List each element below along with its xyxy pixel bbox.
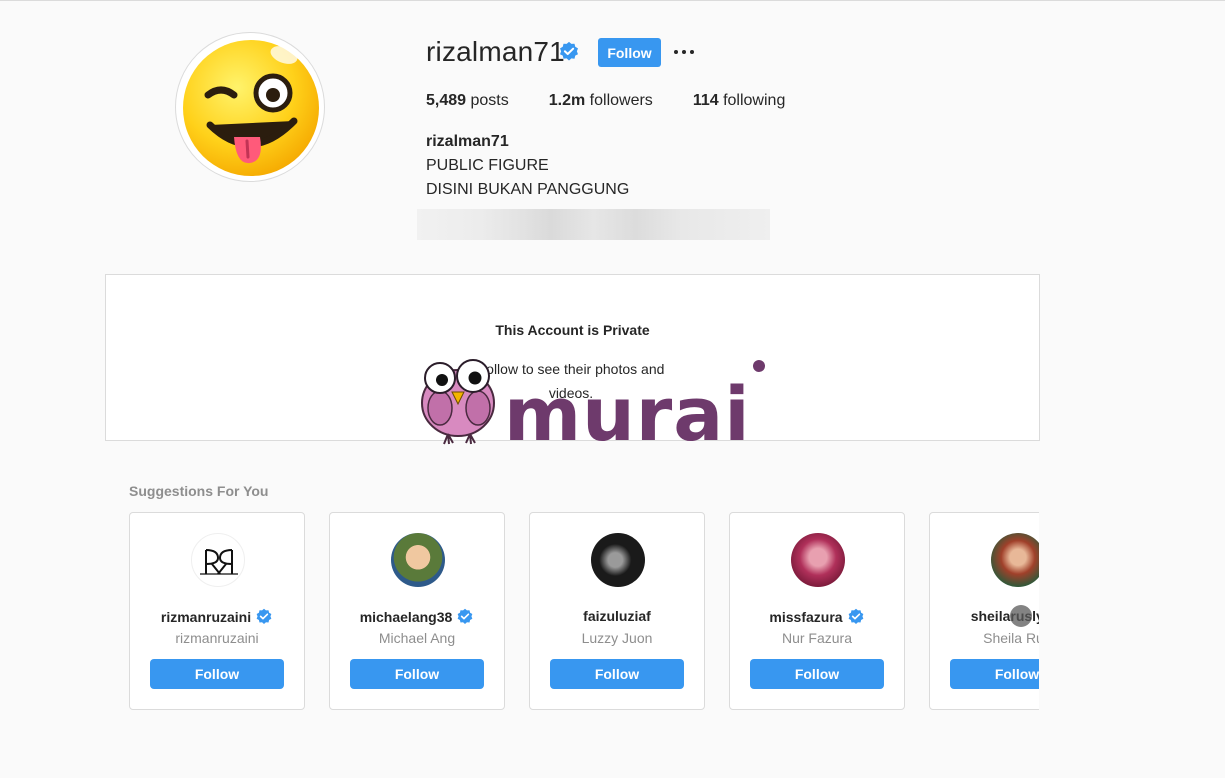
posts-stat: 5,489 posts: [426, 92, 509, 109]
murai-watermark: murai: [418, 356, 768, 458]
suggestion-fullname: Nur Fazura: [781, 630, 853, 646]
suggestion-fullname: Michael Ang: [378, 630, 456, 646]
verified-badge-icon: [560, 41, 578, 61]
dismiss-suggestion-icon[interactable]: [1010, 605, 1032, 627]
avatar[interactable]: [391, 533, 445, 587]
profile-stats: 5,489 posts 1.2m followers 114 following: [426, 92, 825, 110]
more-horizontal-icon[interactable]: [674, 46, 698, 58]
follow-button[interactable]: Follow: [350, 659, 484, 689]
avatar[interactable]: [591, 533, 645, 587]
bio-text: DISINI BUKAN PANGGUNG: [426, 181, 630, 198]
bio-category: PUBLIC FIGURE: [426, 157, 549, 174]
suggestion-fullname: rizmanruzaini: [175, 630, 259, 646]
suggestion-username[interactable]: michaelang38: [330, 608, 504, 626]
verified-badge-icon: [848, 608, 863, 624]
murai-bird-logo-icon: murai: [421, 359, 765, 458]
followers-stat[interactable]: 1.2m followers: [549, 92, 653, 110]
avatar[interactable]: [191, 533, 245, 587]
suggestion-username[interactable]: faizuluziaf: [530, 608, 704, 624]
follow-button[interactable]: Follow: [550, 659, 684, 689]
suggestion-card: sheilarusly_is Sheila Rus Follow: [929, 512, 1039, 710]
suggestion-card: faizuluziaf Luzzy Juon Follow: [529, 512, 705, 710]
rr-monogram-logo-icon: [200, 549, 238, 575]
svg-text:murai: murai: [504, 372, 751, 448]
verified-badge-icon: [256, 608, 272, 624]
suggestion-fullname: Luzzy Juon: [581, 630, 653, 646]
follow-button[interactable]: Follow: [750, 659, 884, 689]
suggestion-username[interactable]: missfazura: [730, 608, 904, 626]
suggestions-carousel: rizmanruzaini rizmanruzaini Follow micha…: [129, 512, 1039, 712]
top-divider: [0, 0, 1225, 1]
suggestion-card: missfazura Nur Fazura Follow: [729, 512, 905, 710]
suggestion-fullname: Sheila Rus: [983, 630, 1039, 646]
suggestion-card: michaelang38 Michael Ang Follow: [329, 512, 505, 710]
profile-avatar[interactable]: [175, 32, 325, 182]
follow-button[interactable]: Follow: [950, 659, 1039, 689]
suggestion-card: rizmanruzaini rizmanruzaini Follow: [129, 512, 305, 710]
private-title: This Account is Private: [495, 322, 650, 338]
following-stat[interactable]: 114 following: [693, 92, 786, 110]
verified-badge-icon: [457, 608, 473, 624]
bio-name: rizalman71: [426, 133, 509, 150]
wink-tongue-emoji-icon: [183, 40, 319, 176]
blurred-link: [417, 209, 770, 240]
suggestions-heading: Suggestions For You: [129, 483, 269, 499]
follow-button[interactable]: Follow: [150, 659, 284, 689]
follow-button[interactable]: Follow: [598, 38, 661, 67]
profile-username: rizalman71: [426, 36, 565, 67]
avatar[interactable]: [991, 533, 1039, 587]
avatar[interactable]: [791, 533, 845, 587]
suggestion-username[interactable]: rizmanruzaini: [130, 608, 304, 626]
